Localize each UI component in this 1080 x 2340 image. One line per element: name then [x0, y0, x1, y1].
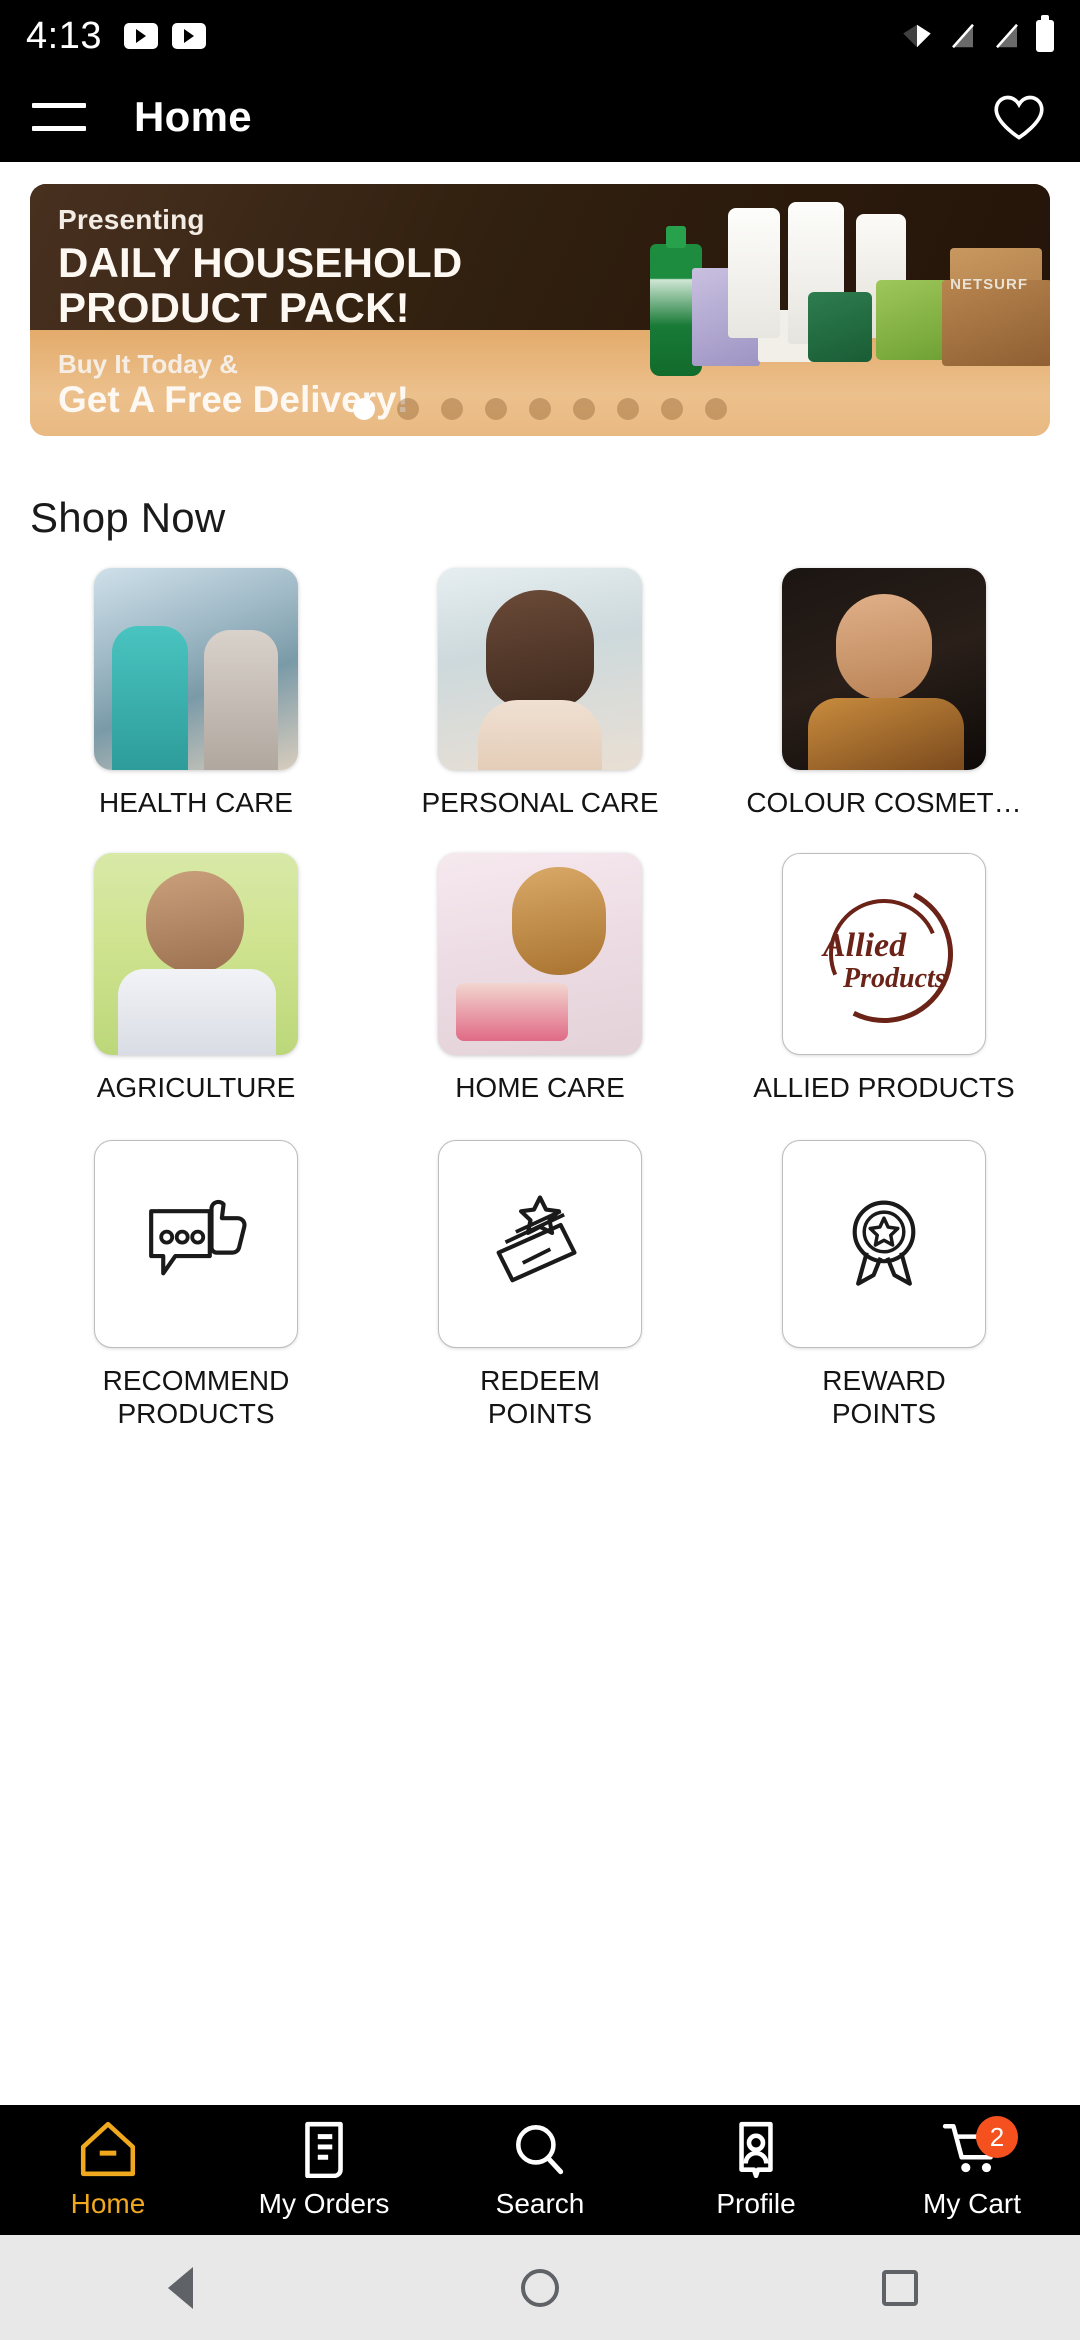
- android-navigation-bar: [0, 2235, 1080, 2340]
- youtube-icon: [123, 23, 158, 49]
- carousel-pagination-dots[interactable]: [30, 398, 1050, 420]
- signal-off-icon: [952, 23, 974, 49]
- nav-item-profile[interactable]: Profile: [648, 2120, 864, 2220]
- category-label: REWARD POINTS: [822, 1365, 946, 1430]
- status-bar-notification-icons: [123, 23, 206, 49]
- page-title: Home: [134, 93, 252, 140]
- banner-brand-label: NETSURF: [950, 276, 1028, 293]
- allied-products-logo[interactable]: Allied Products: [782, 853, 986, 1056]
- nav-label: My Cart: [923, 2188, 1021, 2219]
- agriculture-photo[interactable]: [94, 853, 298, 1056]
- orders-icon: [305, 2121, 343, 2178]
- category-label: COLOUR COSMET…: [746, 787, 1022, 818]
- category-item-home-care[interactable]: HOME CARE: [368, 853, 712, 1104]
- category-item-personal-care[interactable]: PERSONAL CARE: [368, 568, 712, 819]
- category-item-reward-points[interactable]: REWARD POINTS: [712, 1140, 1056, 1430]
- nav-item-my-cart[interactable]: 2 My Cart: [864, 2116, 1080, 2220]
- category-item-colour-cosmetics[interactable]: COLOUR COSMET…: [712, 568, 1056, 819]
- nav-item-my-orders[interactable]: My Orders: [216, 2120, 432, 2220]
- carousel-dot[interactable]: [529, 398, 551, 420]
- carousel-dot[interactable]: [485, 398, 507, 420]
- banner-title-line1: DAILY HOUSEHOLD: [58, 239, 463, 286]
- category-item-allied-products[interactable]: Allied Products ALLIED PRODUCTS: [712, 853, 1056, 1104]
- hamburger-menu-icon[interactable]: [32, 97, 86, 137]
- thumbs-up-chat-icon: [149, 1199, 247, 1276]
- back-triangle-icon[interactable]: [135, 2243, 225, 2333]
- heart-icon-svg: [994, 95, 1044, 140]
- carousel-dot[interactable]: [705, 398, 727, 420]
- profile-icon: [739, 2121, 773, 2178]
- cart-badge: 2: [976, 2116, 1018, 2158]
- phone-screen: 4:13 Home NETSURF Presenting DAILY HOUSE…: [0, 0, 1080, 2340]
- wifi-icon: [903, 24, 931, 48]
- nav-label: My Orders: [258, 2188, 390, 2219]
- status-bar: 4:13: [0, 0, 1080, 72]
- home-icon: [80, 2121, 136, 2177]
- cards-star-icon: [496, 1195, 577, 1283]
- personal-care-photo[interactable]: [438, 568, 642, 770]
- carousel-dot[interactable]: [573, 398, 595, 420]
- signal-off-icon: [996, 23, 1018, 49]
- carousel-dot[interactable]: [441, 398, 463, 420]
- recents-square-icon[interactable]: [855, 2243, 945, 2333]
- recommend-products-tile[interactable]: [94, 1140, 298, 1349]
- category-label: ALLIED PRODUCTS: [753, 1072, 1015, 1104]
- youtube-icon: [171, 23, 206, 49]
- banner-title-line2: PRODUCT PACK!: [58, 284, 410, 332]
- category-label: RECOMMEND PRODUCTS: [102, 1365, 290, 1430]
- status-bar-system-icons: [900, 15, 1054, 52]
- main-content: NETSURF Presenting DAILY HOUSEHOLD PRODU…: [0, 162, 1080, 2105]
- heart-icon[interactable]: [990, 88, 1048, 146]
- category-label: HEALTH CARE: [99, 787, 293, 818]
- promo-banner-carousel[interactable]: NETSURF Presenting DAILY HOUSEHOLD PRODU…: [30, 184, 1050, 436]
- category-item-health-care[interactable]: HEALTH CARE: [24, 568, 368, 819]
- promo-banner[interactable]: NETSURF Presenting DAILY HOUSEHOLD PRODU…: [30, 184, 1050, 436]
- nav-item-home[interactable]: Home: [0, 2120, 216, 2220]
- banner-text-block: Presenting DAILY HOUSEHOLD PRODUCT PACK!…: [58, 204, 462, 420]
- category-label: REDEEM POINTS: [480, 1365, 600, 1430]
- category-label: PERSONAL CARE: [421, 787, 659, 818]
- health-care-photo[interactable]: [94, 568, 298, 770]
- category-label: HOME CARE: [455, 1072, 625, 1104]
- status-bar-time: 4:13: [26, 14, 102, 57]
- category-label: AGRICULTURE: [96, 1072, 296, 1104]
- product-tube: [728, 208, 780, 338]
- allied-logo-mark: Allied Products: [797, 867, 971, 1041]
- redeem-points-tile[interactable]: [438, 1140, 642, 1349]
- app-bar: Home: [0, 72, 1080, 162]
- battery-icon: [1036, 15, 1054, 52]
- banner-presenting-label: Presenting: [58, 204, 205, 235]
- nav-item-search[interactable]: Search: [432, 2120, 648, 2220]
- banner-sub-line1: Buy It Today &: [58, 348, 239, 379]
- carousel-dot[interactable]: [617, 398, 639, 420]
- product-green-bottle: [808, 292, 872, 362]
- carousel-dot[interactable]: [397, 398, 419, 420]
- nav-label: Search: [495, 2188, 585, 2219]
- shop-now-heading: Shop Now: [30, 494, 226, 541]
- nav-label: Home: [70, 2188, 146, 2219]
- category-item-recommend-products[interactable]: RECOMMEND PRODUCTS: [24, 1140, 368, 1430]
- carousel-dot[interactable]: [353, 398, 375, 420]
- carousel-dot[interactable]: [661, 398, 683, 420]
- home-circle-icon[interactable]: [495, 2243, 585, 2333]
- bottom-navigation-bar: Home My Orders Search Profile 2 My Cart: [0, 2105, 1080, 2235]
- category-item-redeem-points[interactable]: REDEEM POINTS: [368, 1140, 712, 1430]
- award-ribbon-icon: [852, 1200, 916, 1286]
- reward-points-tile[interactable]: [782, 1140, 986, 1349]
- colour-cosmetics-photo[interactable]: [782, 568, 986, 770]
- category-item-agriculture[interactable]: AGRICULTURE: [24, 853, 368, 1104]
- home-care-photo[interactable]: [438, 853, 642, 1056]
- search-icon: [516, 2125, 564, 2175]
- nav-label: Profile: [716, 2188, 796, 2219]
- category-grid: HEALTH CARE PERSONAL CARE COLOUR COSMET……: [0, 542, 1080, 1430]
